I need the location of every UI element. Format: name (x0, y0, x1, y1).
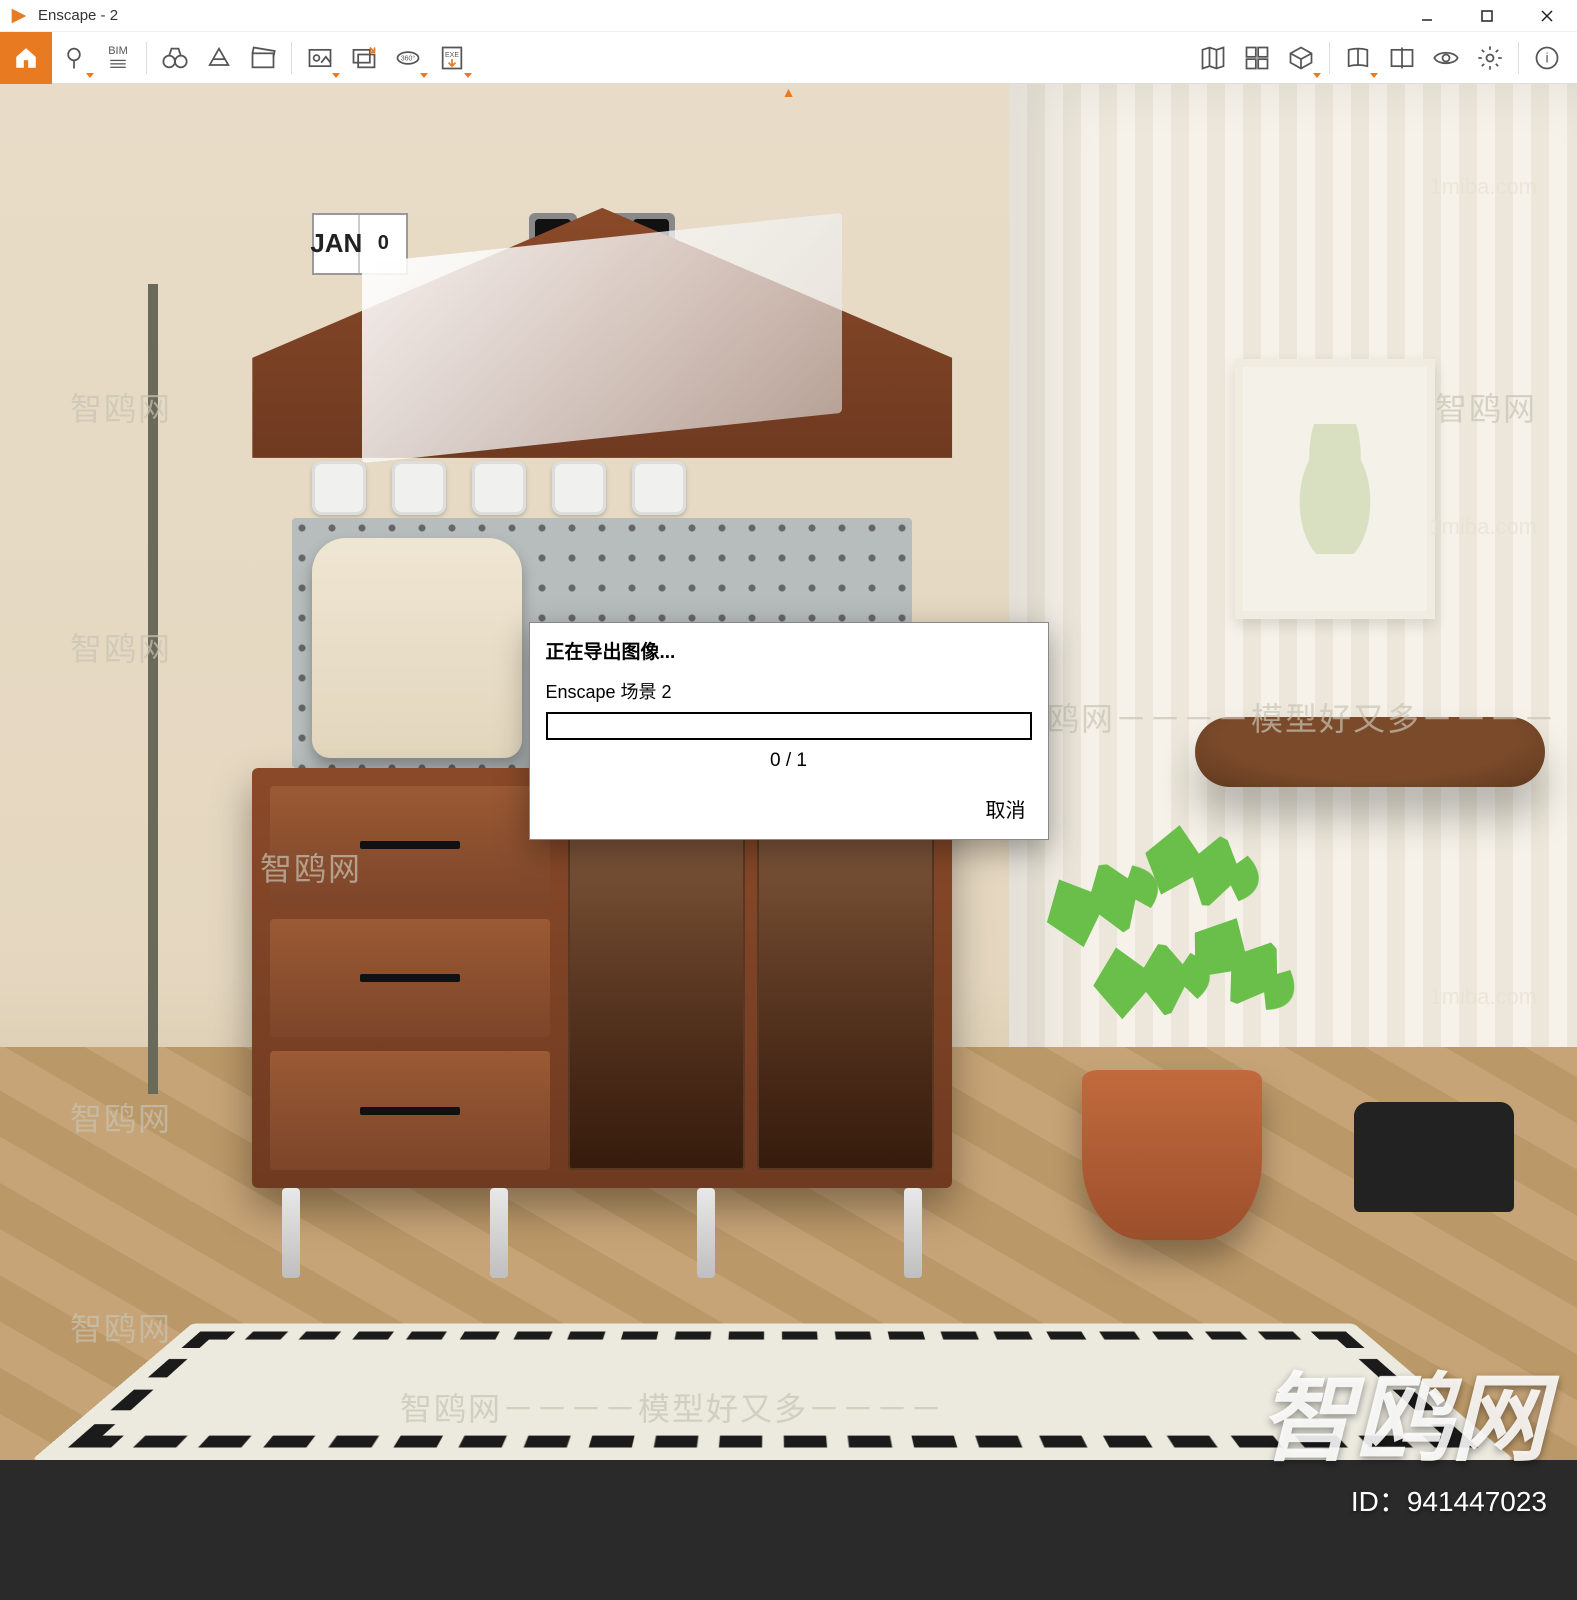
perspective-button[interactable] (197, 32, 241, 84)
power-outlet-strip (292, 458, 912, 518)
app-window: Enscape - 2 BIM (0, 0, 1577, 1460)
svg-text:i: i (1545, 49, 1548, 65)
toolbar-separator (1518, 42, 1519, 74)
eye-button[interactable] (1424, 32, 1468, 84)
dialog-actions: 取消 (546, 790, 1032, 827)
pear-artwork (1290, 424, 1380, 554)
bim-label: BIM (108, 46, 128, 57)
svg-text:EXE: EXE (445, 51, 459, 58)
toolbar-group-nav: BIM (52, 32, 285, 84)
dropdown-caret-icon (420, 73, 428, 78)
dropdown-caret-icon (464, 73, 472, 78)
dropdown-caret-icon (1313, 73, 1321, 78)
svg-text:360°: 360° (401, 54, 416, 62)
dropdown-caret-icon (332, 73, 340, 78)
compare-button[interactable] (1380, 32, 1424, 84)
render-viewport[interactable]: ▲ JAN 0 (0, 84, 1577, 1460)
toolbar: BIM 360° (0, 32, 1577, 84)
desk-calendar-month: JAN (314, 215, 360, 273)
monstera-leaves (1033, 815, 1293, 1075)
window-controls (1397, 0, 1577, 32)
dropdown-caret-icon (86, 73, 94, 78)
progress-text: 0 / 1 (546, 750, 1032, 772)
tall-plant (63, 194, 243, 1094)
window-title: Enscape - 2 (38, 7, 118, 24)
views-pin-button[interactable] (52, 32, 96, 84)
titlebar: Enscape - 2 (0, 0, 1577, 32)
batch-export-button[interactable] (342, 32, 386, 84)
book-open-button[interactable] (1336, 32, 1380, 84)
espresso-machine (312, 538, 522, 758)
toolbar-separator (291, 42, 292, 74)
wall-picture (1235, 359, 1435, 619)
cancel-button[interactable]: 取消 (980, 790, 1032, 827)
binoculars-button[interactable] (153, 32, 197, 84)
map-button[interactable] (1191, 32, 1235, 84)
dialog-scene-label: Enscape 场景 2 (546, 678, 1032, 704)
sideboard-glass-doors (568, 786, 934, 1170)
progress-bar (546, 712, 1032, 740)
cube-button[interactable] (1279, 32, 1323, 84)
bim-button[interactable]: BIM (96, 32, 140, 84)
panorama-360-button[interactable]: 360° (386, 32, 430, 84)
settings-gear-button[interactable] (1468, 32, 1512, 84)
asset-library-button[interactable] (1235, 32, 1279, 84)
enscape-logo-icon (8, 5, 30, 27)
toolbar-separator (1329, 42, 1330, 74)
close-button[interactable] (1517, 0, 1577, 32)
screenshot-export-button[interactable] (298, 32, 342, 84)
toolbar-separator (146, 42, 147, 74)
terracotta-pot (1082, 1070, 1262, 1240)
round-table (1195, 717, 1545, 787)
video-clapper-button[interactable] (241, 32, 285, 84)
minimize-button[interactable] (1397, 0, 1457, 32)
sideboard-drawers (270, 786, 550, 1170)
overlay-watermark-id: ID：941447023 (1351, 1480, 1547, 1520)
toolbar-group-export: 360° EXE (298, 32, 474, 84)
maximize-button[interactable] (1457, 0, 1517, 32)
toolbar-group-right: i (1191, 32, 1569, 84)
help-button[interactable]: i (1525, 32, 1569, 84)
export-dialog: 正在导出图像... Enscape 场景 2 0 / 1 取消 (529, 622, 1049, 840)
dropdown-caret-icon (1370, 73, 1378, 78)
viewport-collapse-handle-icon[interactable]: ▲ (782, 84, 796, 100)
sideboard-legs (282, 1188, 922, 1278)
rug (32, 1324, 1514, 1460)
bar-stool (1354, 1102, 1514, 1212)
exe-export-button[interactable]: EXE (430, 32, 474, 84)
home-button[interactable] (0, 32, 52, 84)
dialog-title: 正在导出图像... (546, 637, 1032, 664)
